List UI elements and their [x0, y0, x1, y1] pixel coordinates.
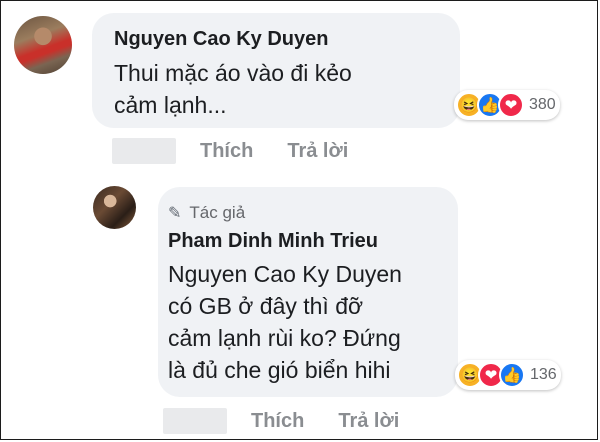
reaction-count: 380 — [529, 96, 556, 113]
reply-link[interactable]: Trả lời — [338, 410, 399, 433]
comment-line: cảm lạnh rùi ko? Đứng — [168, 325, 401, 351]
reply-link[interactable]: Trả lời — [287, 140, 348, 163]
comment-actions: Thích Trả lời — [163, 408, 399, 434]
avatar[interactable] — [14, 16, 72, 74]
comment-text: Thui mặc áo vào đi kẻo cảm lạnh... — [114, 57, 352, 121]
author-tag-label: Tác giả — [189, 203, 246, 222]
comment-line: có GB ở đây thì đỡ — [168, 293, 364, 319]
reactions-summary[interactable]: 😆 ❤ 👍 136 — [455, 360, 561, 390]
comment-line: cảm lạnh... — [114, 92, 227, 118]
comment-line: Thui mặc áo vào đi kẻo — [114, 60, 352, 86]
like-icon: 👍 — [499, 362, 525, 388]
pencil-icon: ✎ — [168, 205, 182, 222]
reactions-summary[interactable]: 😆 👍 ❤ 380 — [454, 90, 560, 120]
author-tag: ✎ Tác giả — [168, 203, 245, 223]
reaction-count: 136 — [530, 366, 557, 383]
blurred-timestamp — [112, 138, 176, 164]
mention-link[interactable]: Nguyen Cao Ky Duyen — [168, 258, 402, 290]
comment-author[interactable]: Nguyen Cao Ky Duyen — [114, 28, 328, 51]
comment-actions: Thích Trả lời — [112, 138, 348, 164]
blurred-timestamp — [163, 408, 227, 434]
comment-line: là đủ che gió biển hihi — [168, 357, 391, 383]
love-icon: ❤ — [498, 92, 524, 118]
comment-author[interactable]: Pham Dinh Minh Trieu — [168, 230, 378, 253]
like-link[interactable]: Thích — [200, 140, 253, 163]
comment-text: Nguyen Cao Ky Duyen có GB ở đây thì đỡ c… — [168, 258, 402, 386]
avatar[interactable] — [93, 186, 136, 229]
like-link[interactable]: Thích — [251, 410, 304, 433]
